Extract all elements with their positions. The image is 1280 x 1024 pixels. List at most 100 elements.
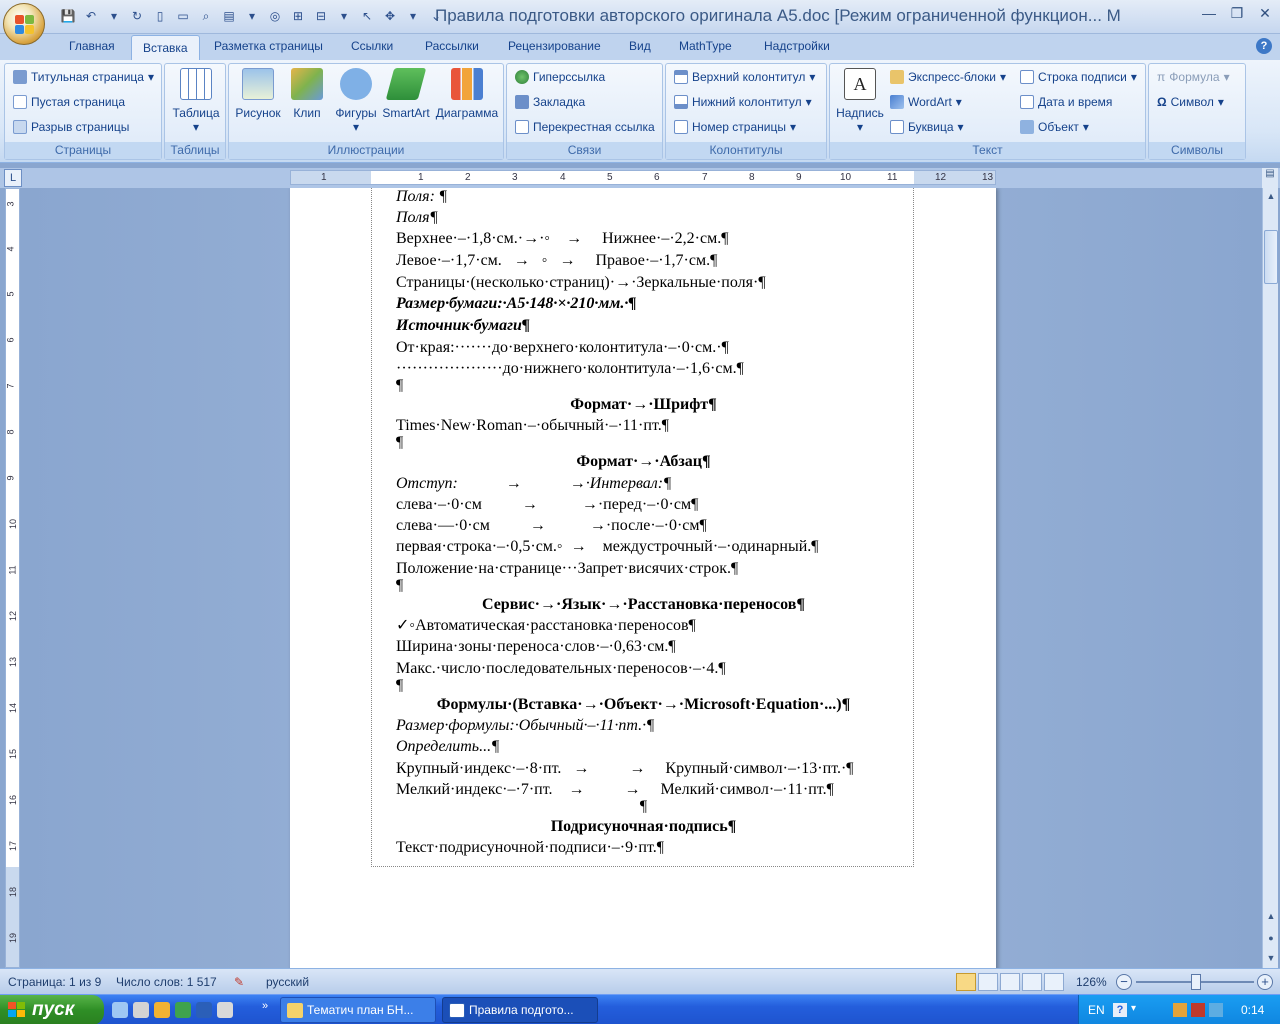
print-layout-icon[interactable] [956, 973, 976, 991]
zoom-level[interactable]: 126% [1076, 975, 1107, 989]
page-break-button[interactable]: Разрыв страницы [13, 120, 129, 134]
taskbar-button-folder[interactable]: Тематич план БН... [280, 997, 436, 1023]
save-icon[interactable]: 💾 [58, 6, 78, 26]
dropdown-icon[interactable]: ▾ [1131, 1003, 1136, 1014]
antivirus-icon[interactable] [1191, 1003, 1205, 1017]
redo-icon[interactable]: ↻ [127, 6, 147, 26]
scroll-up-icon[interactable]: ▲ [1263, 188, 1279, 204]
spelling-icon[interactable]: ✎ [234, 975, 244, 989]
hyperlink-button[interactable]: Гиперссылка [515, 70, 605, 84]
vertical-scrollbar[interactable]: ▲ ▲ ● ▼ [1262, 188, 1278, 968]
tab-mathtype[interactable]: MathType [679, 39, 732, 53]
tab-home[interactable]: Главная [69, 39, 115, 53]
quick-parts-button[interactable]: Экспресс-блоки ▾ [890, 70, 1006, 84]
draft-icon[interactable] [1044, 973, 1064, 991]
desktop-icon[interactable] [217, 1002, 233, 1018]
tab-selector-button[interactable]: L [4, 169, 22, 187]
tab-page-layout[interactable]: Разметка страницы [214, 39, 323, 53]
start-button[interactable]: пуск [0, 995, 104, 1024]
zoom-in-icon[interactable]: + [1257, 974, 1273, 990]
select-browse-object-icon[interactable]: ● [1263, 930, 1279, 946]
footer-button[interactable]: Нижний колонтитул ▾ [674, 95, 812, 109]
dropdown-icon[interactable]: ▾ [104, 6, 124, 26]
full-screen-reading-icon[interactable] [978, 973, 998, 991]
browser-icon[interactable] [175, 1002, 191, 1018]
dropdown-icon[interactable]: ▾ [242, 6, 262, 26]
view-ruler-icon[interactable]: ▤ [1262, 168, 1278, 188]
cover-page-button[interactable]: Титульная страница ▾ [13, 70, 154, 84]
chart-button[interactable]: Диаграмма [433, 68, 501, 120]
object-button[interactable]: Объект ▾ [1020, 120, 1089, 134]
pointer-icon[interactable]: ↖ [357, 6, 377, 26]
doc-line: слева·—·0·см → →·после·–·0·см¶ [396, 517, 707, 534]
zoom-out-icon[interactable]: − [1116, 974, 1132, 990]
page-number-button[interactable]: Номер страницы ▾ [674, 120, 796, 134]
clip-button[interactable]: Клип [285, 68, 329, 120]
scroll-down-icon[interactable]: ▼ [1263, 950, 1279, 966]
textbox-button[interactable]: A Надпись ▾ [832, 68, 888, 134]
doc-line: ¶ [639, 798, 648, 815]
wordart-button[interactable]: WordArt ▾ [890, 95, 962, 109]
grid-icon[interactable]: ⊞ [288, 6, 308, 26]
scroll-thumb[interactable] [1264, 230, 1278, 284]
bookmark-button[interactable]: Закладка [515, 95, 585, 109]
symbol-button[interactable]: Ω Символ ▾ [1157, 95, 1224, 109]
shapes-button[interactable]: Фигуры ▾ [331, 68, 381, 134]
minimize-icon[interactable]: — [1200, 4, 1218, 22]
volume-icon[interactable] [1209, 1003, 1223, 1017]
horizontal-ruler[interactable]: 1 1 2 3 4 5 6 7 8 9 10 11 12 13 [290, 170, 996, 185]
document-page[interactable]: Поля: ¶ Поля¶ Верхнее·–·1,8·см.·→·◦ → Ни… [290, 188, 996, 968]
outline-icon[interactable] [1022, 973, 1042, 991]
dropcap-button[interactable]: Буквица ▾ [890, 120, 964, 134]
language-label[interactable]: русский [266, 975, 309, 989]
pi-icon: π [1157, 70, 1166, 84]
media-player-icon[interactable] [154, 1002, 170, 1018]
word-icon[interactable] [196, 1002, 212, 1018]
tab-addins[interactable]: Надстройки [764, 39, 830, 53]
move-icon[interactable]: ✥ [380, 6, 400, 26]
tab-review[interactable]: Рецензирование [508, 39, 601, 53]
help-tray-icon[interactable]: ? [1113, 1003, 1127, 1017]
tab-references[interactable]: Ссылки [351, 39, 393, 53]
dropdown-icon[interactable]: ▾ [403, 6, 423, 26]
circle-icon[interactable]: ◎ [265, 6, 285, 26]
network-icon[interactable] [1173, 1003, 1187, 1017]
tab-mailings[interactable]: Рассылки [425, 39, 479, 53]
blank-page-button[interactable]: Пустая страница [13, 95, 125, 109]
tab-view[interactable]: Вид [629, 39, 651, 53]
dropdown-icon[interactable]: ▾ [334, 6, 354, 26]
document-text-frame[interactable]: Поля: ¶ Поля¶ Верхнее·–·1,8·см.·→·◦ → Ни… [371, 188, 914, 867]
clock[interactable]: 0:14 [1241, 1003, 1264, 1017]
close-icon[interactable]: ✕ [1256, 4, 1274, 22]
equation-button[interactable]: π Формула ▾ [1157, 70, 1230, 84]
undo-icon[interactable]: ↶ [81, 6, 101, 26]
date-time-button[interactable]: Дата и время [1020, 95, 1112, 109]
help-icon[interactable]: ? [1256, 38, 1272, 54]
office-button[interactable] [3, 3, 45, 45]
restore-icon[interactable]: ❐ [1228, 4, 1246, 22]
print-preview-icon[interactable]: ⌕ [196, 6, 216, 26]
signature-line-button[interactable]: Строка подписи ▾ [1020, 70, 1137, 84]
vertical-ruler[interactable]: 3 4 5 6 7 8 9 10 11 12 13 14 15 16 17 18… [5, 188, 20, 968]
table-select-icon[interactable]: ⊟ [311, 6, 331, 26]
table-button[interactable]: Таблица ▾ [170, 68, 222, 134]
taskbar-button-word[interactable]: Правила подгото... [442, 997, 598, 1023]
smartart-button[interactable]: SmartArt [379, 68, 433, 120]
word-count[interactable]: Число слов: 1 517 [116, 975, 217, 989]
ie-icon[interactable] [112, 1002, 128, 1018]
vruler-tick: 13 [8, 656, 19, 668]
header-button[interactable]: Верхний колонтитул ▾ [674, 70, 815, 84]
print-icon[interactable]: ▤ [219, 6, 239, 26]
new-document-icon[interactable]: ▯ [150, 6, 170, 26]
language-indicator[interactable]: EN [1088, 1003, 1105, 1017]
tab-insert[interactable]: Вставка [131, 35, 200, 61]
zoom-slider-thumb[interactable] [1191, 974, 1201, 990]
quick-launch-more-icon[interactable]: » [262, 1000, 268, 1012]
web-layout-icon[interactable] [1000, 973, 1020, 991]
page-count[interactable]: Страница: 1 из 9 [8, 975, 101, 989]
cross-reference-button[interactable]: Перекрестная ссылка [515, 120, 655, 134]
scroll-up-icon[interactable]: ▲ [1263, 908, 1279, 924]
notepad-icon[interactable] [133, 1002, 149, 1018]
picture-button[interactable]: Рисунок [231, 68, 285, 120]
open-folder-icon[interactable]: ▭ [173, 6, 193, 26]
